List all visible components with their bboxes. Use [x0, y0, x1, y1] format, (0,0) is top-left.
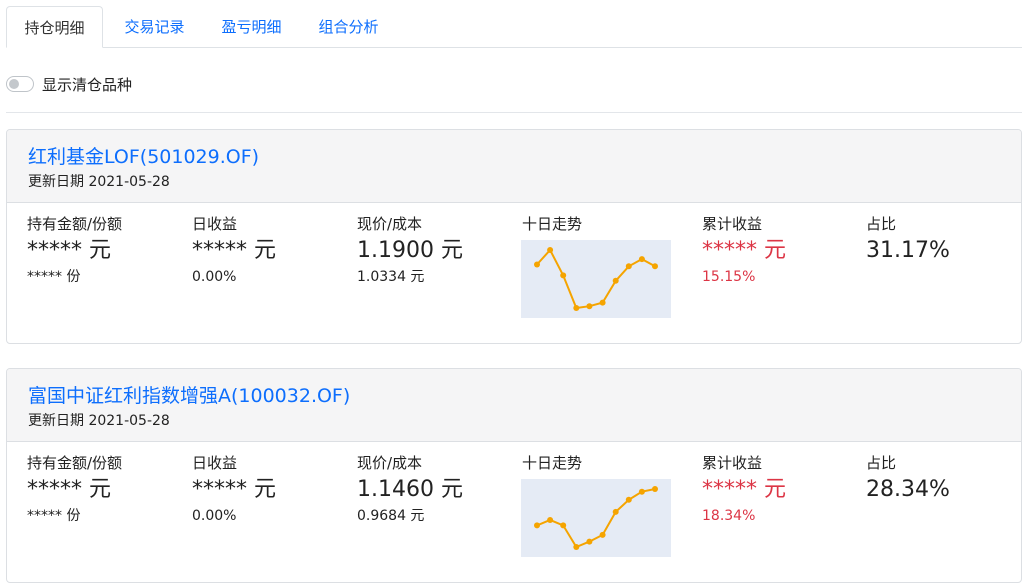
fund-card: 富国中证红利指数增强A(100032.OF) 更新日期 2021-05-28 持… [6, 368, 1022, 583]
sparkline-point-4 [586, 303, 593, 310]
holding-column: 持有金额/份额 ***** 元 ***** 份 [27, 453, 122, 526]
sparkline-point-6 [612, 508, 619, 515]
sparkline-point-9 [652, 263, 658, 270]
ratio-column: 占比 28.34% [866, 453, 950, 505]
holding-amount: ***** 元 [27, 477, 111, 502]
daily-pct: 0.00% [192, 508, 237, 524]
current-price: 1.1900 元 [357, 238, 463, 263]
fund-name-link[interactable]: 红利基金LOF(501029.OF) [28, 142, 259, 169]
sparkline-point-5 [599, 299, 606, 306]
sparkline-point-2 [560, 522, 567, 529]
show-closed-switch[interactable] [6, 76, 34, 92]
current-price: 1.1460 元 [357, 477, 463, 502]
sparkline-point-1 [547, 247, 554, 253]
ratio-value: 31.17% [866, 238, 950, 263]
total-amount: ***** 元 [702, 477, 786, 502]
fund-card-header: 富国中证红利指数增强A(100032.OF) 更新日期 2021-05-28 [7, 369, 1021, 442]
divider [6, 112, 1022, 113]
cost-price: 0.9684 元 [357, 508, 425, 524]
price-column: 现价/成本 1.1900 元 1.0334 元 [357, 214, 463, 287]
ratio-value: 28.34% [866, 477, 950, 502]
update-date: 更新日期 2021-05-28 [28, 413, 170, 429]
tab-holdings[interactable]: 持仓明细 [6, 6, 103, 48]
show-closed-label: 显示清仓品种 [42, 76, 133, 94]
sparkline-point-3 [573, 544, 580, 550]
daily-amount: ***** 元 [192, 238, 276, 263]
sparkline-point-7 [625, 496, 632, 503]
ten-day-sparkline [521, 240, 671, 318]
total-amount: ***** 元 [702, 238, 786, 263]
tab-profit-loss[interactable]: 盈亏明细 [204, 6, 299, 48]
fund-card: 红利基金LOF(501029.OF) 更新日期 2021-05-28 持有金额/… [6, 129, 1022, 344]
holding-label: 持有金额/份额 [27, 215, 123, 233]
ratio-column: 占比 31.17% [866, 214, 950, 266]
trend-label: 十日走势 [522, 454, 583, 472]
sparkline-point-5 [599, 531, 606, 538]
sparkline-svg [534, 486, 658, 550]
tab-transactions[interactable]: 交易记录 [107, 6, 202, 48]
tab-bar: 持仓明细 交易记录 盈亏明细 组合分析 [6, 6, 1022, 48]
sparkline-point-9 [652, 486, 658, 492]
sparkline-point-3 [573, 305, 580, 311]
price-column: 现价/成本 1.1460 元 0.9684 元 [357, 453, 463, 526]
daily-pct: 0.00% [192, 269, 237, 285]
sparkline-point-1 [547, 517, 554, 523]
switch-knob [9, 79, 19, 89]
sparkline-point-8 [638, 256, 645, 263]
fund-name-link[interactable]: 富国中证红利指数增强A(100032.OF) [28, 381, 350, 408]
total-column: 累计收益 ***** 元 18.34% [702, 453, 786, 526]
holding-shares: ***** 份 [27, 269, 81, 285]
fund-card-header: 红利基金LOF(501029.OF) 更新日期 2021-05-28 [7, 130, 1021, 203]
holding-column: 持有金额/份额 ***** 元 ***** 份 [27, 214, 122, 287]
ratio-label: 占比 [866, 454, 897, 472]
total-column: 累计收益 ***** 元 15.15% [702, 214, 786, 287]
sparkline-point-4 [586, 538, 593, 545]
total-label: 累计收益 [702, 454, 763, 472]
trend-column: 十日走势 [522, 214, 582, 234]
ten-day-sparkline [521, 479, 671, 557]
sparkline-point-0 [534, 261, 540, 268]
daily-label: 日收益 [192, 215, 238, 233]
daily-column: 日收益 ***** 元 0.00% [192, 453, 276, 526]
trend-column: 十日走势 [522, 453, 582, 473]
total-pct: 18.34% [702, 508, 756, 524]
total-label: 累计收益 [702, 215, 763, 233]
holding-amount: ***** 元 [27, 238, 111, 263]
trend-label: 十日走势 [522, 215, 583, 233]
tab-portfolio-analysis[interactable]: 组合分析 [301, 6, 396, 48]
sparkline-line [536, 248, 656, 310]
price-label: 现价/成本 [357, 454, 423, 472]
daily-column: 日收益 ***** 元 0.00% [192, 214, 276, 287]
sparkline-point-8 [638, 488, 645, 495]
sparkline-point-6 [612, 277, 619, 284]
update-date: 更新日期 2021-05-28 [28, 174, 170, 190]
cost-price: 1.0334 元 [357, 269, 425, 285]
sparkline-svg [534, 247, 658, 311]
sparkline-line [536, 488, 656, 549]
ratio-label: 占比 [866, 215, 897, 233]
total-pct: 15.15% [702, 269, 756, 285]
holding-shares: ***** 份 [27, 508, 81, 524]
sparkline-point-2 [560, 272, 567, 279]
daily-label: 日收益 [192, 454, 238, 472]
sparkline-point-7 [625, 263, 632, 270]
daily-amount: ***** 元 [192, 477, 276, 502]
sparkline-point-0 [534, 522, 540, 529]
holding-label: 持有金额/份额 [27, 454, 123, 472]
price-label: 现价/成本 [357, 215, 423, 233]
